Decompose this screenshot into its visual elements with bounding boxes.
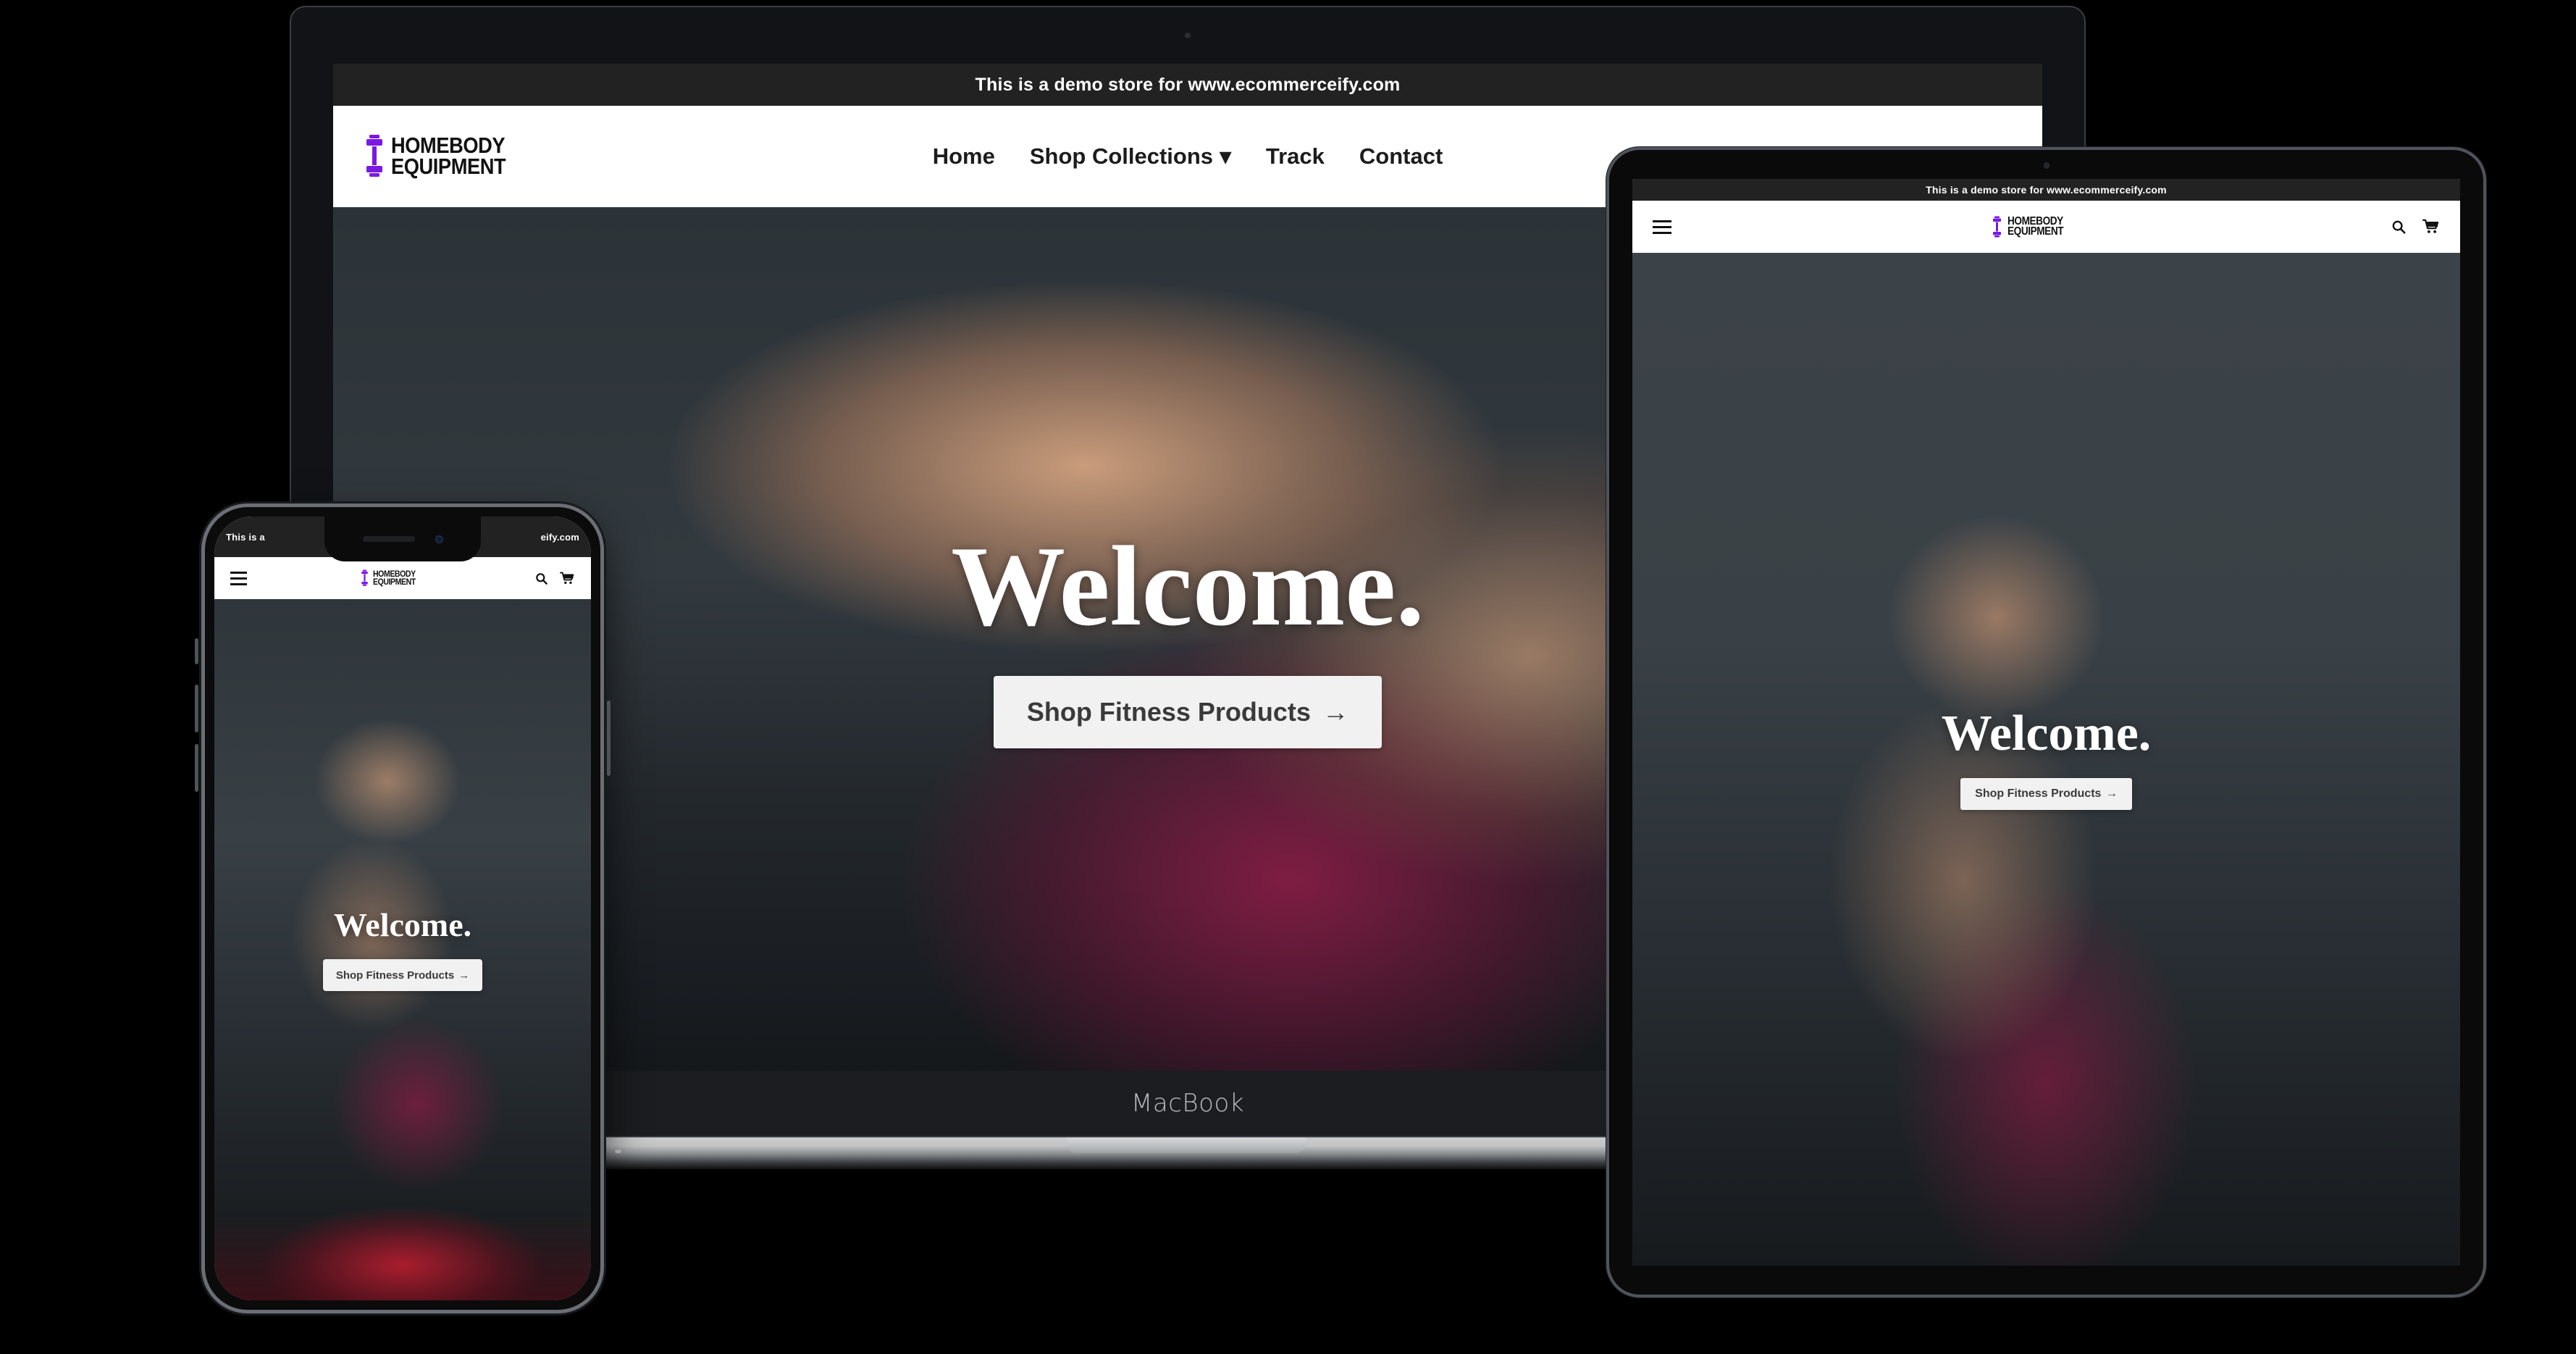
header-icon-group — [534, 572, 575, 585]
header-icon-group — [2391, 219, 2440, 235]
phone-notch — [324, 517, 481, 561]
demo-store-banner-text-right: eify.com — [540, 531, 579, 543]
phone-volume-up-button — [195, 685, 198, 732]
brand-line-2: EQUIPMENT — [2007, 225, 2064, 238]
shop-fitness-products-button[interactable]: Shop Fitness Products → — [1960, 778, 2132, 810]
macbook-label: MacBook — [1131, 1089, 1244, 1118]
site-header-mobile: HOMEBODY EQUIPMENT — [1632, 201, 2460, 253]
hero-section: Welcome. Shop Fitness Products → — [214, 599, 591, 1300]
composite-device-mockup: This is a demo store for www.ecommerceif… — [0, 0, 2576, 1354]
tablet-device: This is a demo store for www.ecommerceif… — [1606, 147, 2486, 1297]
shop-fitness-products-button[interactable]: Shop Fitness Products → — [322, 959, 483, 991]
arrow-right-icon: → — [2105, 787, 2118, 800]
shop-fitness-products-label: Shop Fitness Products — [1975, 787, 2102, 800]
nav-item-contact[interactable]: Contact — [1359, 143, 1443, 170]
phone-device: This is a eify.com HOMEBODY EQUIPMENT We… — [195, 503, 611, 1313]
dumbbell-icon — [366, 135, 382, 177]
macbook-base-notch — [1067, 1137, 1306, 1153]
hamburger-icon[interactable] — [1653, 218, 1671, 235]
arrow-right-icon: → — [458, 969, 470, 982]
nav-item-contact-label: Contact — [1359, 143, 1443, 169]
brand-line-2: EQUIPMENT — [373, 577, 416, 587]
nav-item-shop-collections-label: Shop Collections — [1029, 143, 1214, 169]
dumbbell-icon — [1993, 216, 2002, 237]
hamburger-icon[interactable] — [230, 569, 247, 587]
brand-logo-text: HOMEBODY EQUIPMENT — [390, 135, 506, 179]
tablet-camera-icon — [2043, 162, 2050, 169]
macbook-foot-left — [615, 1150, 622, 1153]
brand-line-2: EQUIPMENT — [390, 154, 506, 179]
cart-icon[interactable] — [560, 572, 575, 585]
nav-item-shop-collections[interactable]: Shop Collections ▾ — [1030, 143, 1231, 170]
site-header-mobile: HOMEBODY EQUIPMENT — [214, 557, 591, 599]
brand-logo[interactable]: HOMEBODY EQUIPMENT — [362, 134, 521, 179]
demo-store-banner: This is a demo store for www.ecommerceif… — [1632, 179, 2460, 201]
search-icon[interactable] — [2391, 219, 2407, 235]
demo-store-banner-text: This is a demo store for www.ecommerceif… — [1926, 184, 2167, 196]
demo-store-banner: This is a demo store for www.ecommerceif… — [333, 64, 2042, 106]
hero-title: Welcome. — [951, 523, 1425, 650]
search-icon[interactable] — [534, 572, 548, 585]
arrow-right-icon: → — [1322, 697, 1349, 727]
demo-store-banner-text: This is a demo store for www.ecommerceif… — [975, 74, 1401, 95]
hero-title: Welcome. — [1941, 706, 2152, 761]
phone-camera-icon — [435, 535, 443, 543]
brand-logo-text: HOMEBODY EQUIPMENT — [373, 569, 416, 587]
nav-item-home-label: Home — [932, 143, 995, 169]
dumbbell-icon — [361, 569, 368, 586]
chevron-down-icon: ▾ — [1220, 143, 1231, 169]
phone-screen: This is a eify.com HOMEBODY EQUIPMENT We… — [214, 517, 591, 1300]
phone-volume-down-button — [195, 744, 198, 792]
shop-fitness-products-button[interactable]: Shop Fitness Products → — [993, 676, 1383, 748]
shop-fitness-products-label: Shop Fitness Products — [1026, 697, 1311, 727]
tablet-frame: This is a demo store for www.ecommerceif… — [1606, 147, 2486, 1297]
brand-logo[interactable]: HOMEBODY EQUIPMENT — [360, 569, 421, 587]
demo-store-banner-text-left: This is a — [226, 531, 265, 543]
shop-fitness-products-label: Shop Fitness Products — [335, 969, 455, 982]
cart-icon[interactable] — [2422, 219, 2440, 235]
brand-logo-text: HOMEBODY EQUIPMENT — [2007, 215, 2064, 238]
phone-speaker — [362, 536, 415, 542]
tablet-screen: This is a demo store for www.ecommerceif… — [1632, 179, 2460, 1266]
hero-title: Welcome. — [333, 906, 472, 943]
brand-logo[interactable]: HOMEBODY EQUIPMENT — [1991, 215, 2071, 238]
nav-item-track-label: Track — [1265, 143, 1325, 169]
primary-nav: Home Shop Collections ▾ Track Contact — [933, 143, 1443, 170]
phone-power-button — [607, 701, 611, 776]
nav-item-track[interactable]: Track — [1266, 143, 1325, 170]
phone-mute-switch — [195, 638, 198, 664]
nav-item-home[interactable]: Home — [933, 143, 995, 170]
macbook-camera-icon — [1184, 32, 1191, 39]
hero-section: Welcome. Shop Fitness Products → — [1632, 253, 2460, 1266]
phone-frame: This is a eify.com HOMEBODY EQUIPMENT We… — [195, 503, 611, 1313]
